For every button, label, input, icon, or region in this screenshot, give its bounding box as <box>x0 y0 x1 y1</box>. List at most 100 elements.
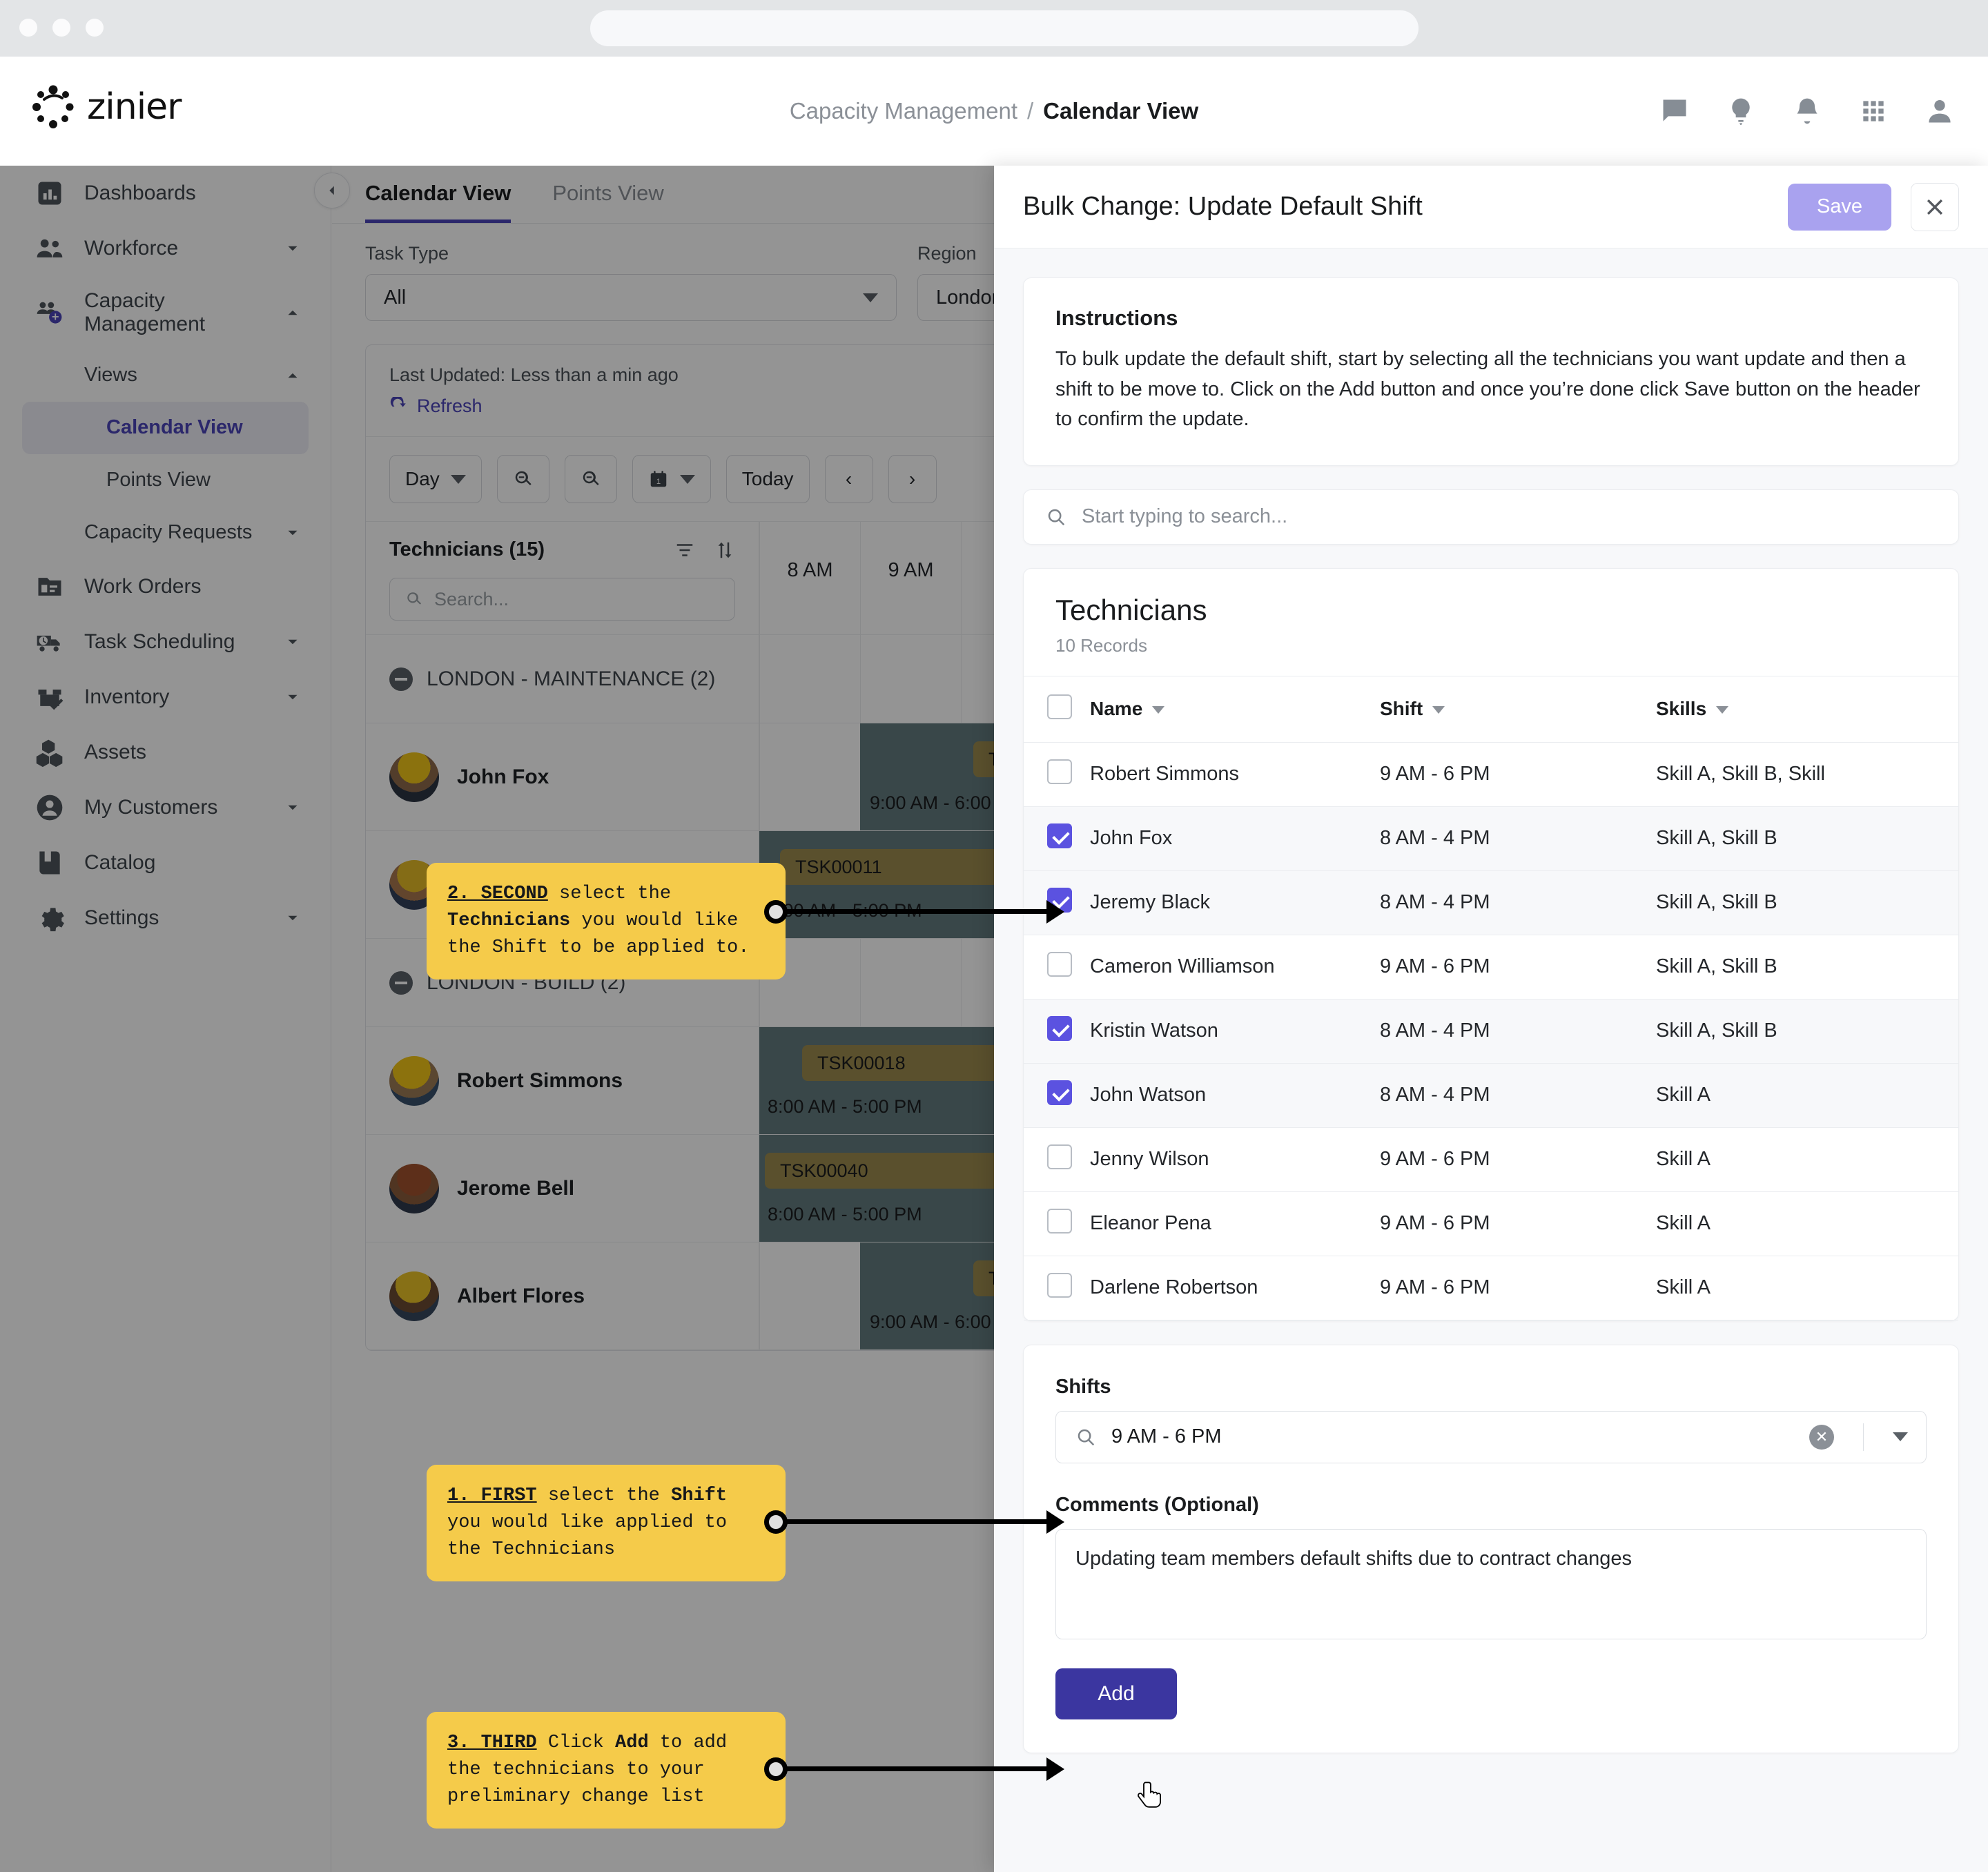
table-row[interactable]: Cameron Williamson 9 AM - 6 PM Skill A, … <box>1024 935 1958 1000</box>
shifts-select[interactable]: 9 AM - 6 PM ✕ <box>1055 1410 1927 1463</box>
date-picker-button[interactable]: 1 <box>632 455 711 503</box>
row-name: Jeremy Black <box>1090 870 1380 935</box>
row-checkbox-cell <box>1024 1256 1090 1320</box>
instructions-body: To bulk update the default shift, start … <box>1055 348 1920 430</box>
table-row[interactable]: Kristin Watson 8 AM - 4 PM Skill A, Skil… <box>1024 999 1958 1064</box>
sidebar-item-task-scheduling[interactable]: Task Scheduling <box>0 614 331 670</box>
callout-2: 2. SECOND select the Technicians you wou… <box>427 863 786 980</box>
close-button[interactable] <box>1911 182 1959 231</box>
table-row[interactable]: John Fox 8 AM - 4 PM Skill A, Skill B <box>1024 806 1958 871</box>
breadcrumb-parent[interactable]: Capacity Management <box>790 98 1017 124</box>
chevron-down-icon <box>288 915 298 921</box>
sidebar-item-work-orders[interactable]: Work Orders <box>0 559 331 614</box>
window-close-dot[interactable] <box>19 19 37 37</box>
today-button[interactable]: Today <box>725 455 810 503</box>
callout-3-line <box>776 1766 1052 1771</box>
table-row[interactable]: Darlene Robertson 9 AM - 6 PM Skill A <box>1024 1256 1958 1320</box>
callout-2-knob <box>764 900 788 924</box>
row-checkbox[interactable] <box>1047 759 1072 784</box>
row-checkbox[interactable] <box>1047 951 1072 977</box>
row-skills: Skill A, Skill B <box>1656 935 1958 1000</box>
zoom-out-button[interactable] <box>496 455 549 503</box>
table-row[interactable]: John Watson 8 AM - 4 PM Skill A <box>1024 1063 1958 1128</box>
clear-icon[interactable]: ✕ <box>1809 1424 1834 1450</box>
zoom-in-button[interactable] <box>564 455 617 503</box>
row-skills: Skill A, Skill B <box>1656 870 1958 935</box>
bulk-change-panel: Bulk Change: Update Default Shift Save I… <box>994 166 1988 1872</box>
user-avatar-icon[interactable] <box>1924 96 1955 126</box>
column-header-shift[interactable]: Shift <box>1380 675 1656 743</box>
collapse-group-icon[interactable] <box>389 667 413 691</box>
row-checkbox[interactable] <box>1047 1208 1072 1234</box>
row-checkbox[interactable] <box>1047 823 1072 848</box>
select-all-checkbox[interactable] <box>1047 694 1072 719</box>
row-checkbox[interactable] <box>1047 1015 1072 1041</box>
sidebar-item-capacity-requests[interactable]: Capacity Requests <box>0 507 331 559</box>
row-skills: Skill A <box>1656 1127 1958 1192</box>
sidebar-collapse-button[interactable] <box>314 173 350 208</box>
filter-task-type-value: All <box>384 286 407 309</box>
window-maximize-dot[interactable] <box>86 19 104 37</box>
row-skills: Skill A <box>1656 1191 1958 1256</box>
sidebar-item-views[interactable]: Views <box>0 349 331 402</box>
add-button[interactable]: Add <box>1055 1668 1177 1719</box>
callout-2-text-1: select the <box>547 884 672 904</box>
window-minimize-dot[interactable] <box>52 19 70 37</box>
callout-1-text-1: select the <box>536 1485 672 1506</box>
chevron-down-icon <box>450 474 466 484</box>
table-title: Technicians <box>1055 593 1207 626</box>
sidebar-item-calendar-view[interactable]: Calendar View <box>22 402 309 454</box>
row-name: John Watson <box>1090 1063 1380 1128</box>
tab-points-view[interactable]: Points View <box>552 181 663 223</box>
comments-textarea[interactable]: Updating team members default shifts due… <box>1055 1528 1927 1639</box>
sort-icon[interactable] <box>714 540 735 560</box>
sidebar-item-workforce[interactable]: Workforce <box>0 221 331 276</box>
sidebar-item-label: Task Scheduling <box>84 630 235 653</box>
sidebar-item-label: Inventory <box>84 685 170 708</box>
technician-search-input[interactable]: Search... <box>389 578 735 621</box>
table-row[interactable]: Jenny Wilson 9 AM - 6 PM Skill A <box>1024 1127 1958 1192</box>
task-time: 8:00 AM - 5:00 PM <box>768 1204 922 1225</box>
filter-task-type-select[interactable]: All <box>365 274 897 321</box>
table-row[interactable]: Eleanor Pena 9 AM - 6 PM Skill A <box>1024 1191 1958 1256</box>
collapse-group-icon[interactable] <box>389 971 413 995</box>
bell-icon[interactable] <box>1792 96 1822 126</box>
technician-search-row: Search... <box>366 578 759 634</box>
tab-calendar-view[interactable]: Calendar View <box>365 181 511 223</box>
row-skills: Skill A, Skill B <box>1656 999 1958 1064</box>
sidebar-item-inventory[interactable]: Inventory <box>0 670 331 725</box>
table-row[interactable]: Robert Simmons 9 AM - 6 PM Skill A, Skil… <box>1024 742 1958 807</box>
filter-icon[interactable] <box>674 540 695 560</box>
row-checkbox[interactable] <box>1047 1080 1072 1105</box>
chevron-down-icon[interactable] <box>1893 1432 1908 1441</box>
table-row[interactable]: Jeremy Black 8 AM - 4 PM Skill A, Skill … <box>1024 870 1958 935</box>
row-checkbox-cell <box>1024 935 1090 1000</box>
next-button[interactable]: › <box>888 455 937 503</box>
chat-icon[interactable] <box>1659 96 1690 126</box>
refresh-label: Refresh <box>417 396 483 416</box>
sidebar-item-assets[interactable]: Assets <box>0 725 331 780</box>
row-checkbox[interactable] <box>1047 1272 1072 1298</box>
sidebar-item-capacity-management[interactable]: Capacity Management <box>0 276 331 349</box>
view-mode-select[interactable]: Day <box>389 455 482 503</box>
sidebar-item-points-view[interactable]: Points View <box>22 454 309 507</box>
view-mode-value: Day <box>405 468 440 489</box>
lightbulb-icon[interactable] <box>1726 96 1756 126</box>
save-button[interactable]: Save <box>1788 183 1891 231</box>
column-header-skills[interactable]: Skills <box>1656 675 1958 743</box>
prev-button[interactable]: ‹ <box>824 455 873 503</box>
row-checkbox[interactable] <box>1047 1144 1072 1169</box>
sidebar-item-settings[interactable]: Settings <box>0 890 331 946</box>
panel-search-placeholder: Start typing to search... <box>1082 505 1288 527</box>
sidebar-item-label: Catalog <box>84 850 156 874</box>
sidebar-item-my-customers[interactable]: My Customers <box>0 780 331 835</box>
row-skills: Skill A <box>1656 1063 1958 1128</box>
zoom-in-icon <box>583 471 599 485</box>
sidebar-item-dashboards[interactable]: Dashboards <box>0 166 331 221</box>
sidebar-item-catalog[interactable]: Catalog <box>0 835 331 890</box>
callout-1-knob <box>764 1510 788 1534</box>
column-header-name[interactable]: Name <box>1090 675 1380 743</box>
panel-search-input[interactable]: Start typing to search... <box>1023 489 1959 545</box>
browser-url-bar[interactable] <box>590 10 1419 46</box>
apps-grid-icon[interactable] <box>1858 96 1889 126</box>
